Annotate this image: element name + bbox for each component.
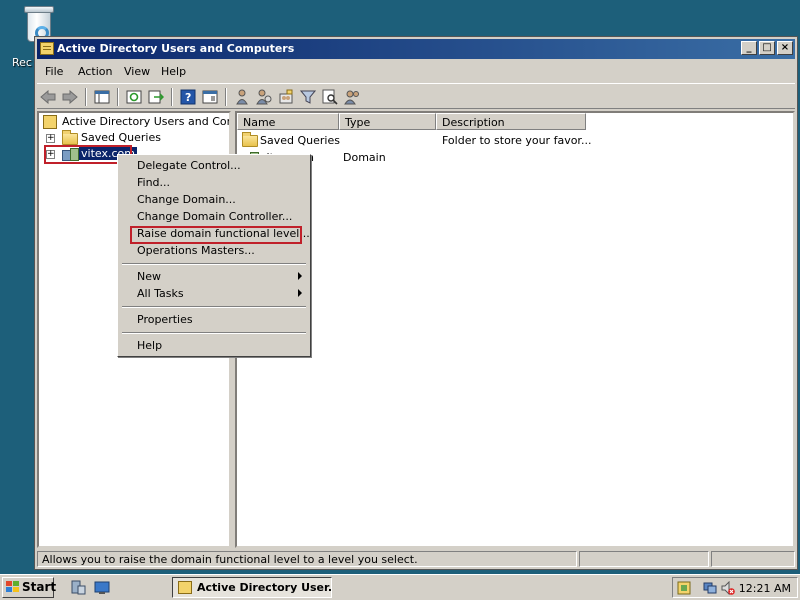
export-list-icon[interactable] [147,88,165,106]
menu-item-new[interactable]: New [120,268,308,285]
menu-item-properties[interactable]: Properties [120,311,308,328]
menu-help[interactable]: Help [161,65,186,78]
status-bar: Allows you to raise the domain functiona… [37,550,795,568]
menu-separator [122,263,306,265]
minimize-button[interactable]: _ [741,41,757,55]
tree-item-saved-queries[interactable]: + Saved Queries [39,130,219,146]
forward-icon[interactable] [61,88,79,106]
server-manager-icon[interactable] [70,580,86,595]
tree-root[interactable]: Active Directory Users and Comput [39,114,229,130]
menu-item-label: All Tasks [137,287,184,300]
maximize-button[interactable]: □ [759,41,775,55]
find-icon[interactable] [321,88,339,106]
tree-item-label: Saved Queries [81,131,161,144]
menu-file[interactable]: File [45,65,63,78]
properties-icon[interactable] [201,88,219,106]
menu-separator [122,306,306,308]
users-icon[interactable] [233,88,251,106]
title-bar[interactable]: Active Directory Users and Computers _ □… [37,39,795,59]
show-desktop-icon[interactable] [94,580,110,595]
menu-item-help[interactable]: Help [120,337,308,354]
menu-bar: File Action View Help [37,61,795,83]
submenu-arrow-icon [298,272,302,280]
task-label: Active Directory User... [197,581,332,594]
network-icon[interactable] [703,581,717,595]
app-icon [178,581,192,594]
menu-item-change-domain[interactable]: Change Domain... [120,191,308,208]
menu-separator [122,332,306,334]
column-header-type[interactable]: Type [339,113,436,130]
help-icon[interactable]: ? [179,88,197,106]
submenu-arrow-icon [298,289,302,297]
cell-name: Saved Queries [260,134,340,147]
column-header-name[interactable]: Name [237,113,339,130]
volume-muted-icon[interactable] [721,580,735,596]
system-tray: 12:21 AM [672,577,798,598]
close-button[interactable]: × [777,41,793,55]
taskbar: Start Active Directory User... 12:21 AM [0,574,800,600]
folder-icon [242,132,258,147]
refresh-icon[interactable] [125,88,143,106]
start-button[interactable]: Start [2,577,57,598]
context-menu: Delegate Control... Find... Change Domai… [117,154,311,357]
clock[interactable]: 12:21 AM [739,582,791,595]
tree-root-label: Active Directory Users and Comput [62,115,229,128]
folder-icon [62,130,78,145]
start-label: Start [22,580,57,594]
menu-view[interactable]: View [124,65,150,78]
taskbar-button-aduc[interactable]: Active Directory User... [172,577,332,598]
window-title: Active Directory Users and Computers [57,42,295,55]
expand-icon[interactable]: + [46,134,55,143]
back-icon[interactable] [39,88,57,106]
status-panel-3 [711,551,795,567]
menu-action[interactable]: Action [78,65,112,78]
column-header-description[interactable]: Description [436,113,586,130]
menu-item-label: New [137,270,161,283]
add-user-icon[interactable] [255,88,273,106]
cell-description: Folder to store your favor... [442,134,592,147]
recycle-bin-label: Rec [12,56,32,69]
windows-logo-icon [6,581,20,594]
aduc-root-icon [43,115,57,129]
menu-item-find[interactable]: Find... [120,174,308,191]
show-hide-console-tree-icon[interactable] [93,88,111,106]
app-icon [40,42,54,55]
cell-type: Domain [343,151,386,164]
new-group-icon[interactable] [277,88,295,106]
status-panel-2 [579,551,709,567]
menu-item-change-domain-controller[interactable]: Change Domain Controller... [120,208,308,225]
svg-text:?: ? [185,91,191,104]
toolbar: ? [37,83,795,109]
menu-item-operations-masters[interactable]: Operations Masters... [120,242,308,259]
menu-item-all-tasks[interactable]: All Tasks [120,285,308,302]
add-to-group-icon[interactable] [343,88,361,106]
security-alert-icon[interactable] [677,581,691,595]
list-row-saved-queries[interactable]: Saved Queries Folder to store your favor… [237,132,617,148]
filter-icon[interactable] [299,88,317,106]
details-pane[interactable]: Name Type Description Saved Queries Fold… [235,111,795,548]
highlight-box-raise-level [130,226,302,244]
status-text: Allows you to raise the domain functiona… [37,551,577,567]
menu-item-delegate-control[interactable]: Delegate Control... [120,157,308,174]
